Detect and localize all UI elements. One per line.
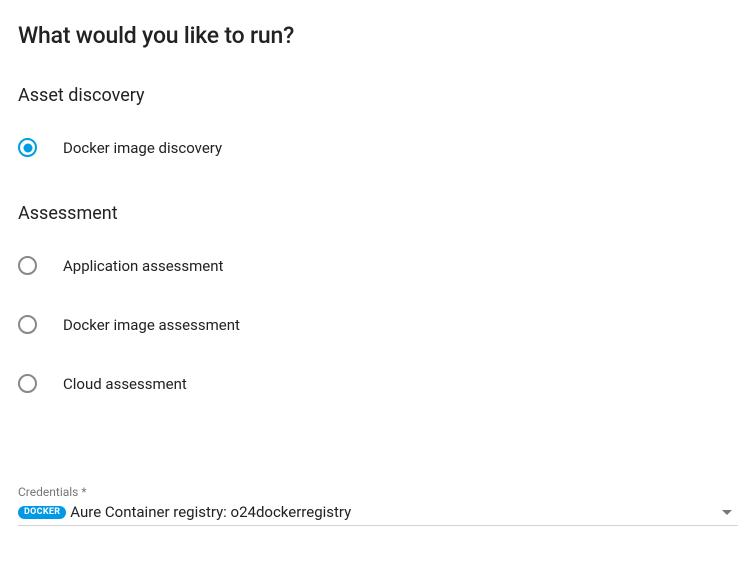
radio-cloud-assessment[interactable]: Cloud assessment [18,374,738,393]
radio-label: Docker image assessment [63,316,240,334]
page-title: What would you like to run? [18,22,738,49]
radio-label: Application assessment [63,257,223,275]
assessment-section: Assessment Application assessment Docker… [18,203,738,393]
credentials-label: Credentials * [18,485,738,499]
chevron-down-icon [722,510,732,515]
radio-icon [18,374,37,393]
docker-badge: DOCKER [18,506,66,519]
radio-docker-image-assessment[interactable]: Docker image assessment [18,315,738,334]
radio-icon [18,256,37,275]
radio-docker-image-discovery[interactable]: Docker image discovery [18,138,738,157]
credentials-select-value-wrap: DOCKER Aure Container registry: o24docke… [18,503,351,521]
assessment-heading: Assessment [18,203,738,224]
radio-label: Cloud assessment [63,375,187,393]
asset-discovery-section: Asset discovery Docker image discovery [18,85,738,157]
asset-discovery-heading: Asset discovery [18,85,738,106]
credentials-select[interactable]: DOCKER Aure Container registry: o24docke… [18,503,738,526]
radio-icon [18,315,37,334]
radio-icon [18,138,37,157]
radio-label: Docker image discovery [63,139,222,157]
radio-application-assessment[interactable]: Application assessment [18,256,738,275]
credentials-section: Credentials * DOCKER Aure Container regi… [18,485,738,526]
credentials-selected-value: Aure Container registry: o24dockerregist… [70,503,351,521]
